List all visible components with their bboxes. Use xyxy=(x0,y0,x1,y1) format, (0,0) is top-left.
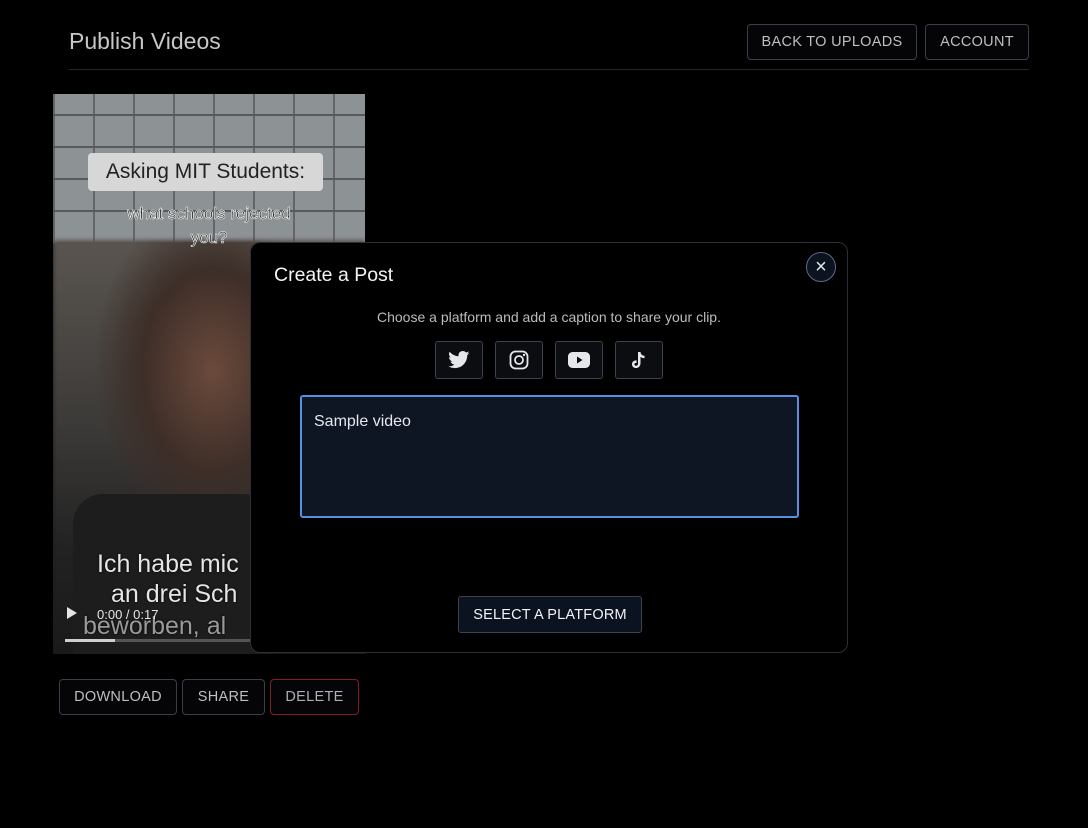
video-overlay-title: Asking MIT Students: xyxy=(88,153,323,191)
create-post-modal: Create a Post × Choose a platform and ad… xyxy=(250,242,848,653)
back-to-uploads-button[interactable]: BACK TO UPLOADS xyxy=(747,24,917,60)
platform-button-instagram[interactable] xyxy=(495,341,543,379)
tiktok-icon xyxy=(632,352,645,368)
caption-textarea[interactable]: Sample video xyxy=(300,395,799,518)
video-overlay-subtitle: what schools rejected xyxy=(127,204,291,224)
modal-description: Choose a platform and add a caption to s… xyxy=(377,309,721,325)
share-button[interactable]: SHARE xyxy=(182,679,265,715)
youtube-icon xyxy=(568,352,590,368)
video-time: 0:00 / 0:17 xyxy=(97,607,159,622)
header-divider xyxy=(69,69,1029,70)
platform-picker xyxy=(435,341,663,379)
modal-title: Create a Post xyxy=(274,264,394,286)
twitter-icon xyxy=(448,351,470,369)
account-button[interactable]: ACCOUNT xyxy=(925,24,1029,60)
delete-button[interactable]: DELETE xyxy=(270,679,359,715)
select-platform-button[interactable]: SELECT A PLATFORM xyxy=(458,596,642,633)
video-progress-fill xyxy=(65,639,116,642)
play-icon[interactable] xyxy=(67,607,77,619)
page-title: Publish Videos xyxy=(69,28,221,54)
close-button[interactable]: × xyxy=(806,252,836,282)
platform-button-tiktok[interactable] xyxy=(615,341,663,379)
platform-button-twitter[interactable] xyxy=(435,341,483,379)
instagram-icon xyxy=(509,350,529,370)
close-icon: × xyxy=(815,255,827,278)
download-button[interactable]: DOWNLOAD xyxy=(59,679,177,715)
platform-button-youtube[interactable] xyxy=(555,341,603,379)
